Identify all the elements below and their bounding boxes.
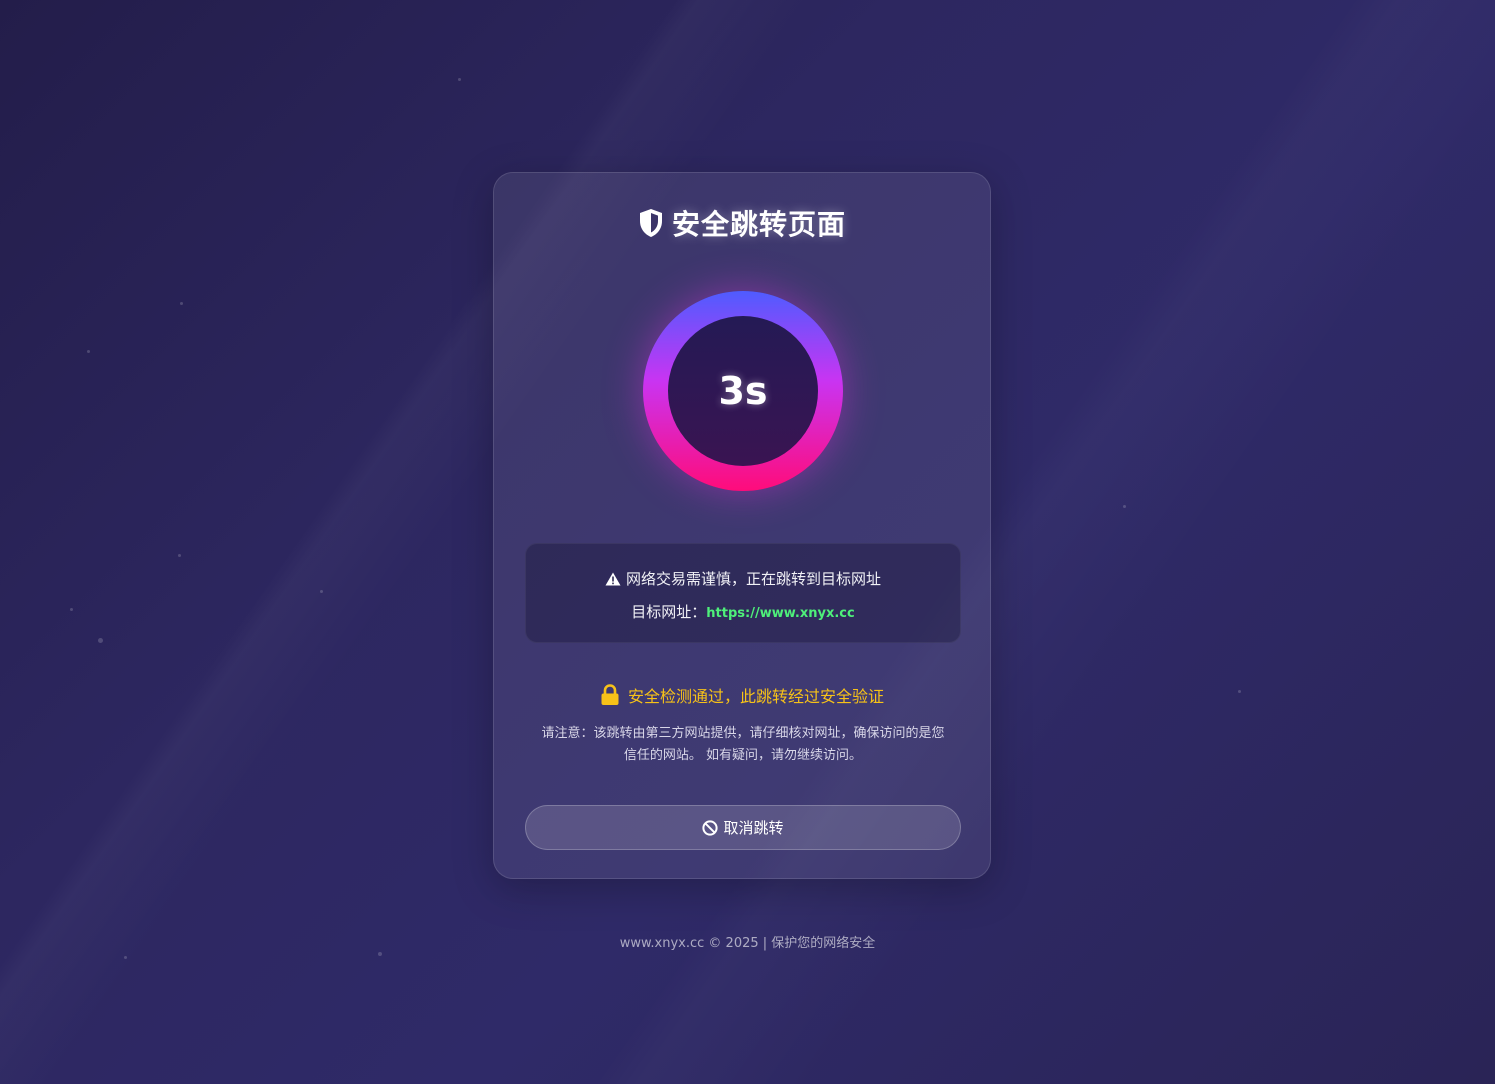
security-check-text: 安全检测通过，此跳转经过安全验证 [627, 687, 884, 706]
target-url-label: 目标网址： [631, 603, 707, 621]
notice-text: 请注意：该跳转由第三方网站提供，请仔细核对网址，确保访问的是您 信任的网站。 如… [525, 723, 961, 767]
countdown-ring: 3s [643, 291, 843, 491]
cancel-redirect-label: 取消跳转 [723, 819, 784, 837]
warning-line: 网络交易需谨慎，正在跳转到目标网址 [526, 568, 960, 589]
footer-text: www.xnyx.cc © 2025 | 保护您的网络安全 [619, 936, 876, 951]
warning-icon [605, 572, 621, 586]
background-star [320, 590, 323, 593]
background-star [458, 78, 461, 81]
page-title-text: 安全跳转页面 [671, 208, 846, 241]
shield-icon [638, 208, 664, 238]
background-star [178, 554, 181, 557]
page-title: 安全跳转页面 [494, 203, 990, 243]
redirect-card: 安全跳转页面 3s 网络交易需谨慎，正在跳转到目标网址 目标网址：https:/… [493, 172, 991, 879]
warning-text: 网络交易需谨慎，正在跳转到目标网址 [625, 570, 881, 588]
notice-line-2: 信任的网站。 如有疑问，请勿继续访问。 [623, 748, 863, 763]
background-star [70, 608, 73, 611]
cancel-redirect-button[interactable]: 取消跳转 [525, 805, 961, 850]
background-star [1123, 505, 1126, 508]
lock-icon [600, 684, 620, 706]
target-url-link[interactable]: https://www.xnyx.cc [706, 606, 854, 621]
notice-line-1: 请注意：该跳转由第三方网站提供，请仔细核对网址，确保访问的是您 [541, 726, 945, 741]
security-check-line: 安全检测通过，此跳转经过安全验证 [494, 683, 990, 707]
target-url-line: 目标网址：https://www.xnyx.cc [526, 601, 960, 622]
background-star [378, 952, 382, 956]
background-star [180, 302, 183, 305]
target-info-box: 网络交易需谨慎，正在跳转到目标网址 目标网址：https://www.xnyx.… [525, 543, 961, 643]
countdown-value: 3s [718, 369, 768, 413]
background-star [1238, 690, 1241, 693]
background-star [124, 956, 127, 959]
background-star [98, 638, 103, 643]
background-star [87, 350, 90, 353]
ban-icon [702, 819, 719, 836]
countdown-ring-center: 3s [668, 316, 818, 466]
